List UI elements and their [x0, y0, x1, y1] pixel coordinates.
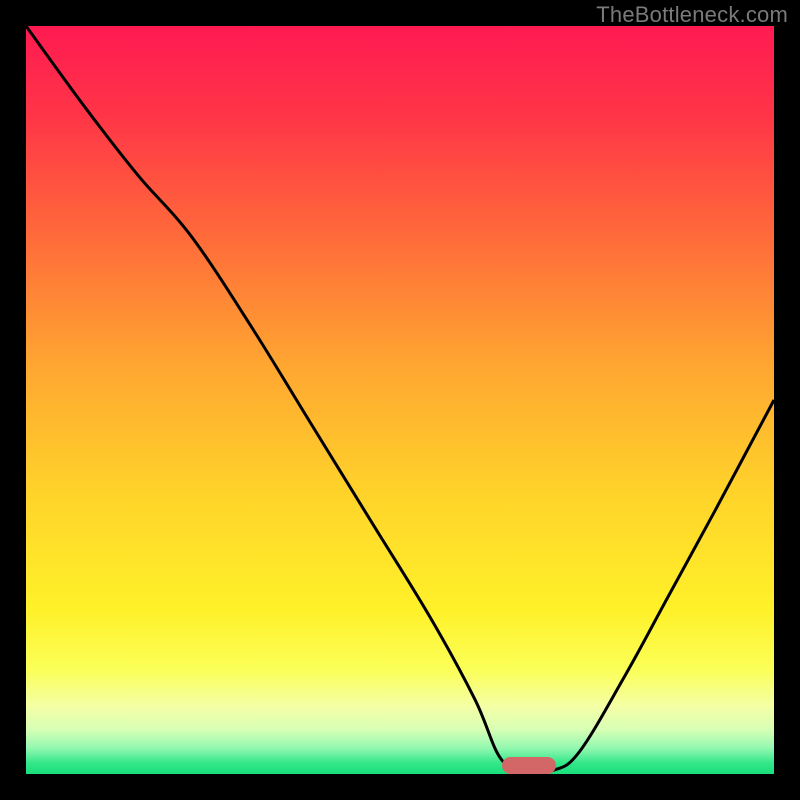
watermark-text: TheBottleneck.com [596, 2, 788, 28]
bottleneck-curve [26, 26, 774, 772]
chart-frame: TheBottleneck.com [0, 0, 800, 800]
optimal-marker [502, 757, 556, 774]
plot-area [26, 26, 774, 774]
curve-layer [26, 26, 774, 774]
